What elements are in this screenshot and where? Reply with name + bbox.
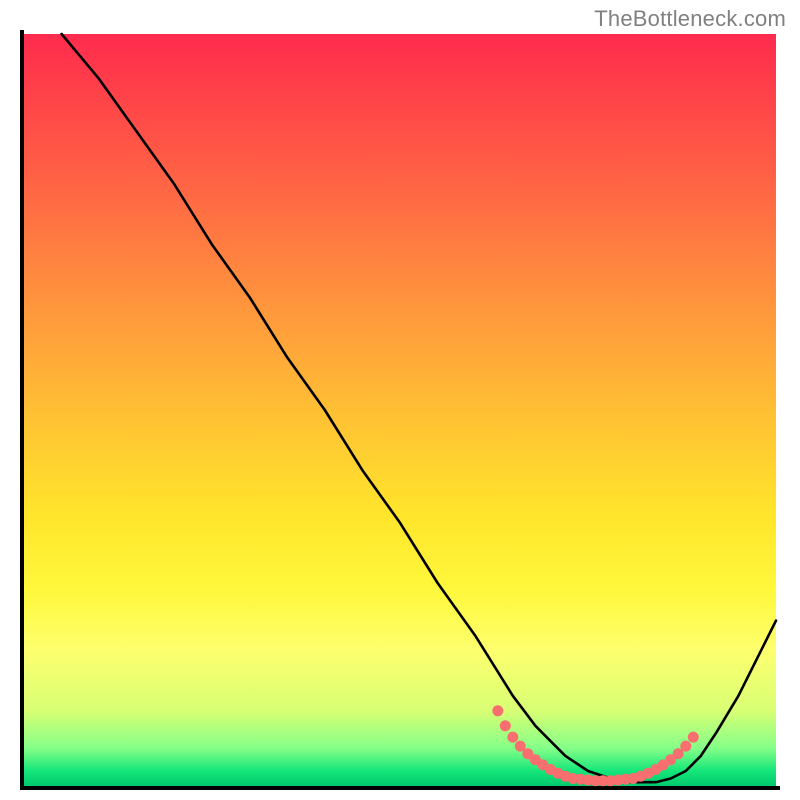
curve-line — [62, 34, 776, 782]
chart-overlay — [24, 34, 776, 786]
chart-container: TheBottleneck.com — [0, 0, 800, 800]
plot-area — [20, 30, 780, 790]
marker-dot — [507, 732, 518, 743]
marker-dot — [492, 705, 503, 716]
marker-dot — [688, 732, 699, 743]
marker-dot — [680, 741, 691, 752]
watermark-text: TheBottleneck.com — [594, 6, 786, 32]
marker-dot — [500, 720, 511, 731]
